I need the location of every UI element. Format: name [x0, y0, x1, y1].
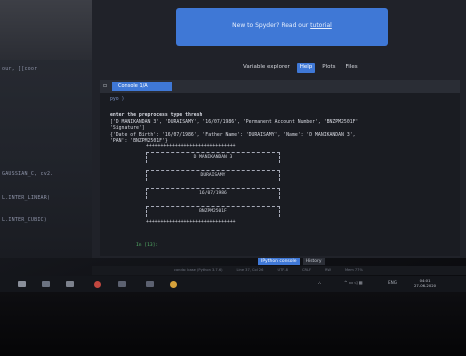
tutorial-link[interactable]: tutorial	[310, 22, 332, 29]
console-header: ▫ Console 1/A	[100, 80, 460, 93]
app-icon[interactable]	[170, 281, 177, 288]
tab-ipython-console[interactable]: IPython console	[258, 258, 300, 265]
table-row: D MANIKANDAN 3	[146, 152, 280, 163]
top-pane-tabs: Variable explorer Help Plots Files	[240, 63, 361, 73]
tab-variable-explorer[interactable]: Variable explorer	[240, 63, 293, 73]
clock-date: 27-06-2020	[414, 283, 437, 288]
status-memory: Mem 77%	[344, 268, 363, 272]
table-cell: D MANIKANDAN 3	[193, 155, 233, 160]
console-line: ['D MANIKANDAN 3', 'DURAISAMY', '16/07/1…	[110, 120, 359, 125]
tab-help[interactable]: Help	[296, 63, 316, 73]
tour-banner-text: New to Spyder? Read our tutorial	[176, 22, 388, 29]
input-prompt: In [13]:	[136, 243, 159, 248]
tab-history[interactable]: History	[302, 258, 325, 265]
search-icon[interactable]	[42, 281, 50, 287]
console-line: {'Date of Birth': '16/07/1986', 'Father …	[110, 133, 356, 138]
start-icon[interactable]	[18, 281, 26, 287]
app-icon[interactable]	[146, 281, 154, 287]
app-icon[interactable]	[94, 281, 101, 288]
editor-line: L.INTER_CUBIC)	[2, 217, 47, 223]
status-cursor: Line 37, Col 26	[236, 268, 264, 272]
table-row: 16/07/1986	[146, 188, 280, 199]
tour-banner-message: New to Spyder? Read our	[232, 22, 309, 29]
app-icon[interactable]	[118, 281, 126, 287]
tour-banner[interactable]: New to Spyder? Read our tutorial	[176, 8, 388, 46]
console-close-icon[interactable]: ▫	[103, 82, 107, 89]
editor-line: our, [[coor	[2, 66, 38, 72]
table-cell: 16/07/1986	[199, 191, 227, 196]
editor-header-area	[0, 0, 92, 60]
table-row: DURAISAMY	[146, 170, 280, 181]
editor-line: GAUSSIAN_C, cv2.	[2, 171, 54, 177]
console-line: pyo )	[110, 97, 125, 102]
table-cell: DURAISAMY	[200, 173, 226, 178]
language-indicator[interactable]: ENG	[388, 280, 397, 285]
tray-icons[interactable]: ^ ▭ ◁ ▦	[344, 280, 363, 285]
clock[interactable]: 04:01 27-06-2020	[414, 278, 436, 288]
console-pane-tabs: IPython console History	[258, 258, 325, 265]
table-cell: BNZPM2501F	[199, 209, 227, 214]
status-bar: conda: base (Python 3.7.6) Line 37, Col …	[92, 266, 466, 275]
console-tab[interactable]: Console 1/A	[112, 82, 172, 91]
table-row: BNZPM2501F	[146, 206, 280, 217]
tab-plots[interactable]: Plots	[319, 63, 338, 73]
task-view-icon[interactable]	[66, 281, 74, 287]
taskbar: ⛬ ^ ▭ ◁ ▦ ENG 04:01 27-06-2020	[0, 276, 466, 292]
network-icon[interactable]: ⛬	[318, 280, 321, 285]
screen: our, [[coor GAUSSIAN_C, cv2. L.INTER_LIN…	[0, 0, 466, 356]
tab-files[interactable]: Files	[343, 63, 361, 73]
status-conda: conda: base (Python 3.7.6)	[174, 268, 223, 272]
monitor-bezel	[0, 292, 466, 356]
table-bottom-border: +++++++++++++++++++++++++++++++	[146, 220, 236, 225]
status-permissions: RW	[325, 268, 331, 272]
editor-line: L.INTER_LINEAR)	[2, 195, 51, 201]
ipython-console[interactable]: pyo ) enter the preprocess type thresh […	[100, 93, 460, 256]
table-top-border: +++++++++++++++++++++++++++++++	[146, 144, 236, 149]
code-editor-pane[interactable]: our, [[coor GAUSSIAN_C, cv2. L.INTER_LIN…	[0, 0, 92, 258]
console-line: enter the preprocess type thresh	[110, 113, 203, 118]
status-encoding: UTF-8	[277, 268, 288, 272]
console-line: 'Signature']	[110, 126, 145, 131]
status-eol: CRLF	[301, 268, 312, 272]
